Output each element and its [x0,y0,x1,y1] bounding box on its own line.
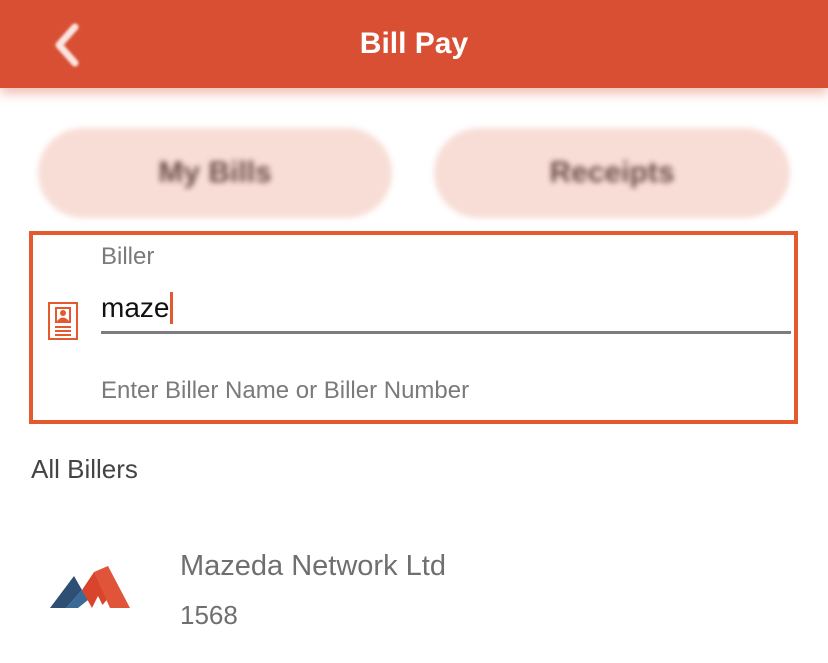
biller-helper-text: Enter Biller Name or Biller Number [101,377,470,404]
page-title: Bill Pay [359,27,469,60]
biller-input-value: maze [101,292,170,323]
biller-search-field: Biller maze Enter Biller Name or Biller … [29,231,798,424]
biller-input[interactable]: maze [101,283,791,333]
biller-name: Mazeda Network Ltd [180,550,446,582]
text-caret [170,292,174,324]
app-header: Bill Pay [0,0,828,88]
input-underline [101,331,791,334]
list-item[interactable]: Mazeda Network Ltd 1568 [0,520,828,650]
biller-number: 1568 [180,600,238,630]
tab-receipts[interactable]: Receipts [434,128,790,218]
mazeda-logo [50,566,130,608]
section-title: All Billers [31,454,138,484]
biller-field-label: Biller [101,243,155,270]
id-card-icon [48,302,78,340]
tab-my-bills[interactable]: My Bills [38,128,392,218]
